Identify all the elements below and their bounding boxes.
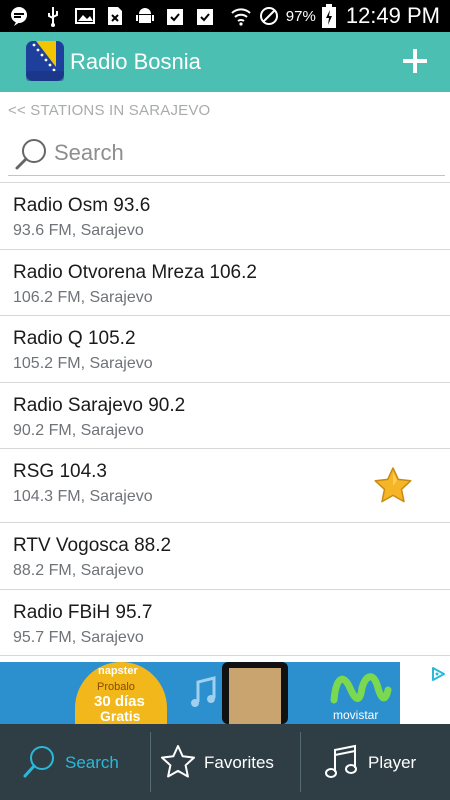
battery-charging-icon xyxy=(321,4,336,28)
bosnia-flag-logo xyxy=(26,41,64,81)
tab-favorites[interactable]: Favorites xyxy=(150,724,300,800)
station-name: Radio Otvorena Mreza 106.2 xyxy=(13,261,257,283)
battery-percent: 97% xyxy=(285,7,316,25)
station-name: Radio Osm 93.6 xyxy=(13,195,151,216)
tab-search-label: Search xyxy=(65,753,119,772)
station-row[interactable]: RTV Vogosca 88.2 88.2 FM, Sarajevo xyxy=(0,523,450,590)
tab-search[interactable]: Search xyxy=(0,724,150,800)
station-name: Radio Sarajevo 90.2 xyxy=(13,394,186,416)
station-row[interactable]: Radio Osm 93.6 93.6 FM, Sarajevo xyxy=(0,183,450,250)
clipboard-check-icon xyxy=(167,9,183,25)
favorite-star-icon[interactable] xyxy=(373,466,413,506)
search-input[interactable] xyxy=(54,138,434,168)
station-frequency-city: 93.6 FM, Sarajevo xyxy=(13,222,144,239)
ad-banner[interactable]: napster Probalo 30 días Gratis movistar xyxy=(0,662,450,724)
tab-player-label: Player xyxy=(368,753,417,772)
image-notification-icon xyxy=(75,8,95,24)
station-frequency-city: 90.2 FM, Sarajevo xyxy=(13,421,144,439)
station-frequency-city: 105.2 FM, Sarajevo xyxy=(13,355,153,372)
tab-favorites-label: Favorites xyxy=(204,753,274,772)
station-name: RTV Vogosca 88.2 xyxy=(13,535,172,556)
clock: 12:49 PM xyxy=(345,3,440,28)
tab-player[interactable]: Player xyxy=(300,724,450,800)
search-icon xyxy=(23,746,54,778)
ad-choices-icon[interactable] xyxy=(430,666,446,682)
ad-phone-screen xyxy=(229,668,281,724)
star-icon xyxy=(161,745,195,778)
search-icon xyxy=(15,139,46,170)
status-bar: 97% 12:49 PM xyxy=(0,0,450,32)
advertiser-logo xyxy=(330,673,392,704)
station-row[interactable]: Radio Q 105.2 105.2 FM, Sarajevo xyxy=(0,316,450,383)
file-notification-icon xyxy=(108,7,122,25)
ad-promo-line3: Gratis xyxy=(100,708,141,724)
breadcrumb-back-link[interactable]: << STATIONS IN SARAJEVO xyxy=(8,102,210,119)
app-title: Radio Bosnia xyxy=(70,49,201,74)
station-row[interactable]: RSG 104.3 104.3 FM, Sarajevo xyxy=(0,449,450,523)
station-row[interactable]: Radio Sarajevo 90.2 90.2 FM, Sarajevo xyxy=(0,383,450,449)
station-name: Radio Q 105.2 xyxy=(13,328,136,349)
ad-promo-line1: Probalo xyxy=(97,681,135,693)
ad-brand-text: napster xyxy=(98,665,138,677)
station-frequency-city: 106.2 FM, Sarajevo xyxy=(13,288,153,306)
do-not-disturb-icon xyxy=(259,7,278,25)
music-notes-icon xyxy=(191,676,216,707)
app-bar: Radio Bosnia xyxy=(0,32,450,92)
wifi-icon xyxy=(231,8,251,26)
advertiser-name: movistar xyxy=(333,708,379,722)
bottom-navigation: Search Favorites Player xyxy=(0,724,450,800)
station-row[interactable]: Radio FBiH 95.7 95.7 FM, Sarajevo xyxy=(0,590,450,656)
station-name: Radio FBiH 95.7 xyxy=(13,601,153,623)
station-frequency-city: 104.3 FM, Sarajevo xyxy=(13,488,153,505)
android-icon xyxy=(136,8,154,23)
chat-notification-icon xyxy=(11,7,27,26)
station-name: RSG 104.3 xyxy=(13,461,107,482)
station-row[interactable]: Radio Otvorena Mreza 106.2 106.2 FM, Sar… xyxy=(0,250,450,316)
add-station-button[interactable] xyxy=(400,46,430,76)
station-list: Radio Osm 93.6 93.6 FM, Sarajevo Radio O… xyxy=(0,182,450,662)
usb-icon xyxy=(48,7,58,27)
music-note-icon xyxy=(325,744,357,778)
station-frequency-city: 88.2 FM, Sarajevo xyxy=(13,562,144,579)
clipboard-check-icon-2 xyxy=(197,9,213,25)
station-frequency-city: 95.7 FM, Sarajevo xyxy=(13,628,144,646)
search-box xyxy=(8,132,445,176)
